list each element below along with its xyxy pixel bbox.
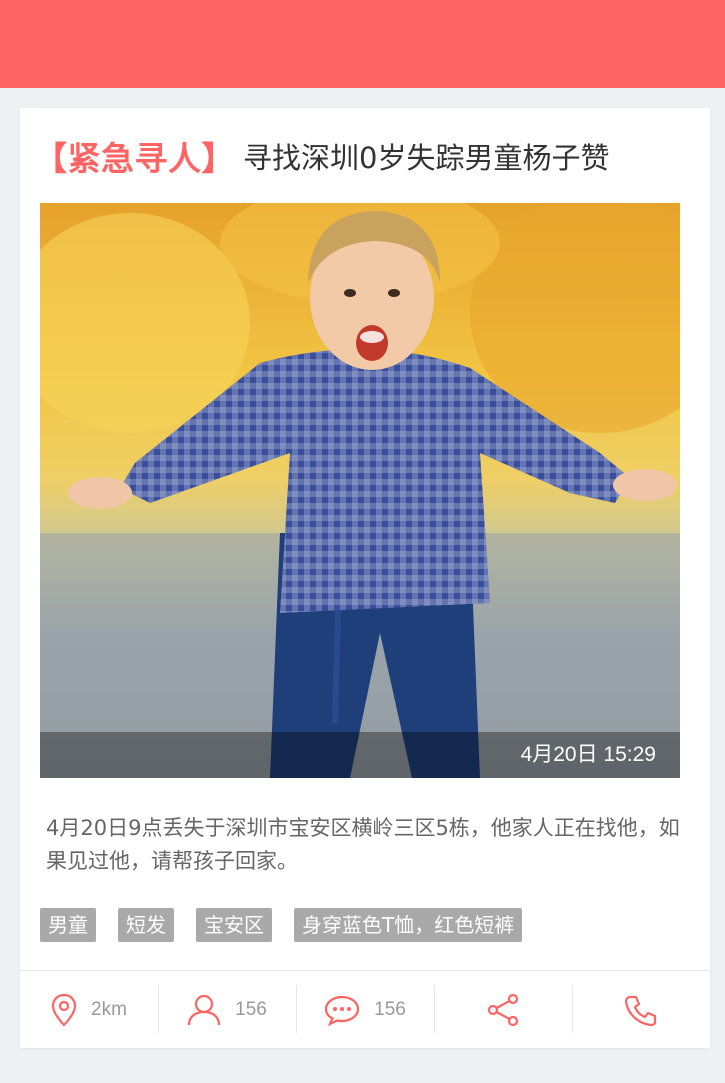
photo-timestamp: 4月20日 15:29 <box>520 743 656 766</box>
tag-district: 宝安区 <box>196 908 272 942</box>
post-title: 寻找深圳0岁失踪男童杨子赞 <box>243 141 610 175</box>
phone-icon <box>624 993 658 1027</box>
tag-gender: 男童 <box>40 908 96 942</box>
action-bar: 2km 156 156 <box>20 971 710 1048</box>
followers-button[interactable]: 156 <box>158 971 296 1048</box>
feature-tags: 男童 短发 宝安区 身穿蓝色T恤，红色短裤 <box>40 908 523 942</box>
person-icon <box>187 994 221 1026</box>
missing-person-card[interactable]: 【紧急寻人】 寻找深圳0岁失踪男童杨子赞 4月20日 15:29 4月20日9点… <box>20 108 710 1048</box>
child-photo-illustration <box>40 203 680 778</box>
urgent-tag: 【紧急寻人】 <box>34 139 235 178</box>
comments-button[interactable]: 156 <box>296 971 434 1048</box>
call-button[interactable] <box>572 971 710 1048</box>
chat-bubble-icon <box>324 994 360 1026</box>
post-title-row: 【紧急寻人】 寻找深圳0岁失踪男童杨子赞 <box>34 132 704 180</box>
share-button[interactable] <box>434 971 572 1048</box>
header-bar <box>0 0 725 88</box>
comments-count: 156 <box>374 998 406 1020</box>
distance-label: 2km <box>91 998 127 1020</box>
tag-clothing: 身穿蓝色T恤，红色短裤 <box>294 908 523 942</box>
tag-hair: 短发 <box>118 908 174 942</box>
followers-count: 156 <box>235 998 267 1020</box>
share-icon <box>485 993 521 1027</box>
post-description: 4月20日9点丢失于深圳市宝安区横岭三区5栋，他家人正在找他，如果见过他，请帮孩… <box>46 816 680 873</box>
location-pin-icon <box>51 993 77 1027</box>
distance-button[interactable]: 2km <box>20 971 158 1048</box>
child-photo[interactable]: 4月20日 15:29 <box>40 203 680 778</box>
